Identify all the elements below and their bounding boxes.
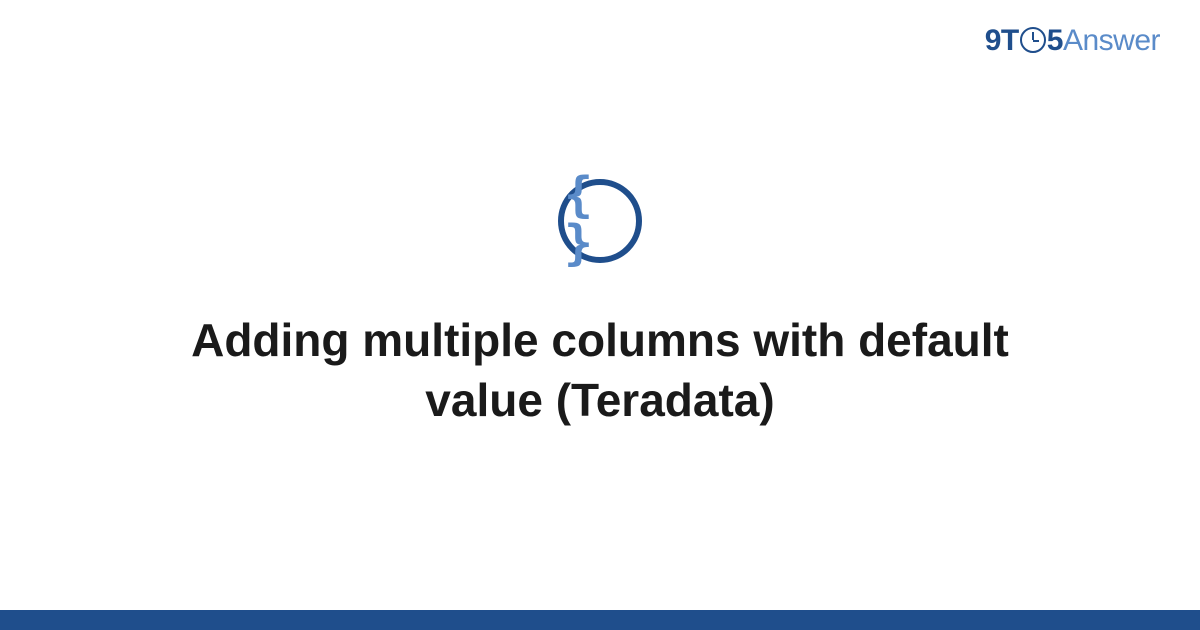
page-title: Adding multiple columns with default val… xyxy=(150,311,1050,431)
main-content: { } Adding multiple columns with default… xyxy=(0,0,1200,610)
braces-glyph: { } xyxy=(564,171,636,267)
footer-bar xyxy=(0,610,1200,630)
code-braces-icon: { } xyxy=(558,179,642,263)
